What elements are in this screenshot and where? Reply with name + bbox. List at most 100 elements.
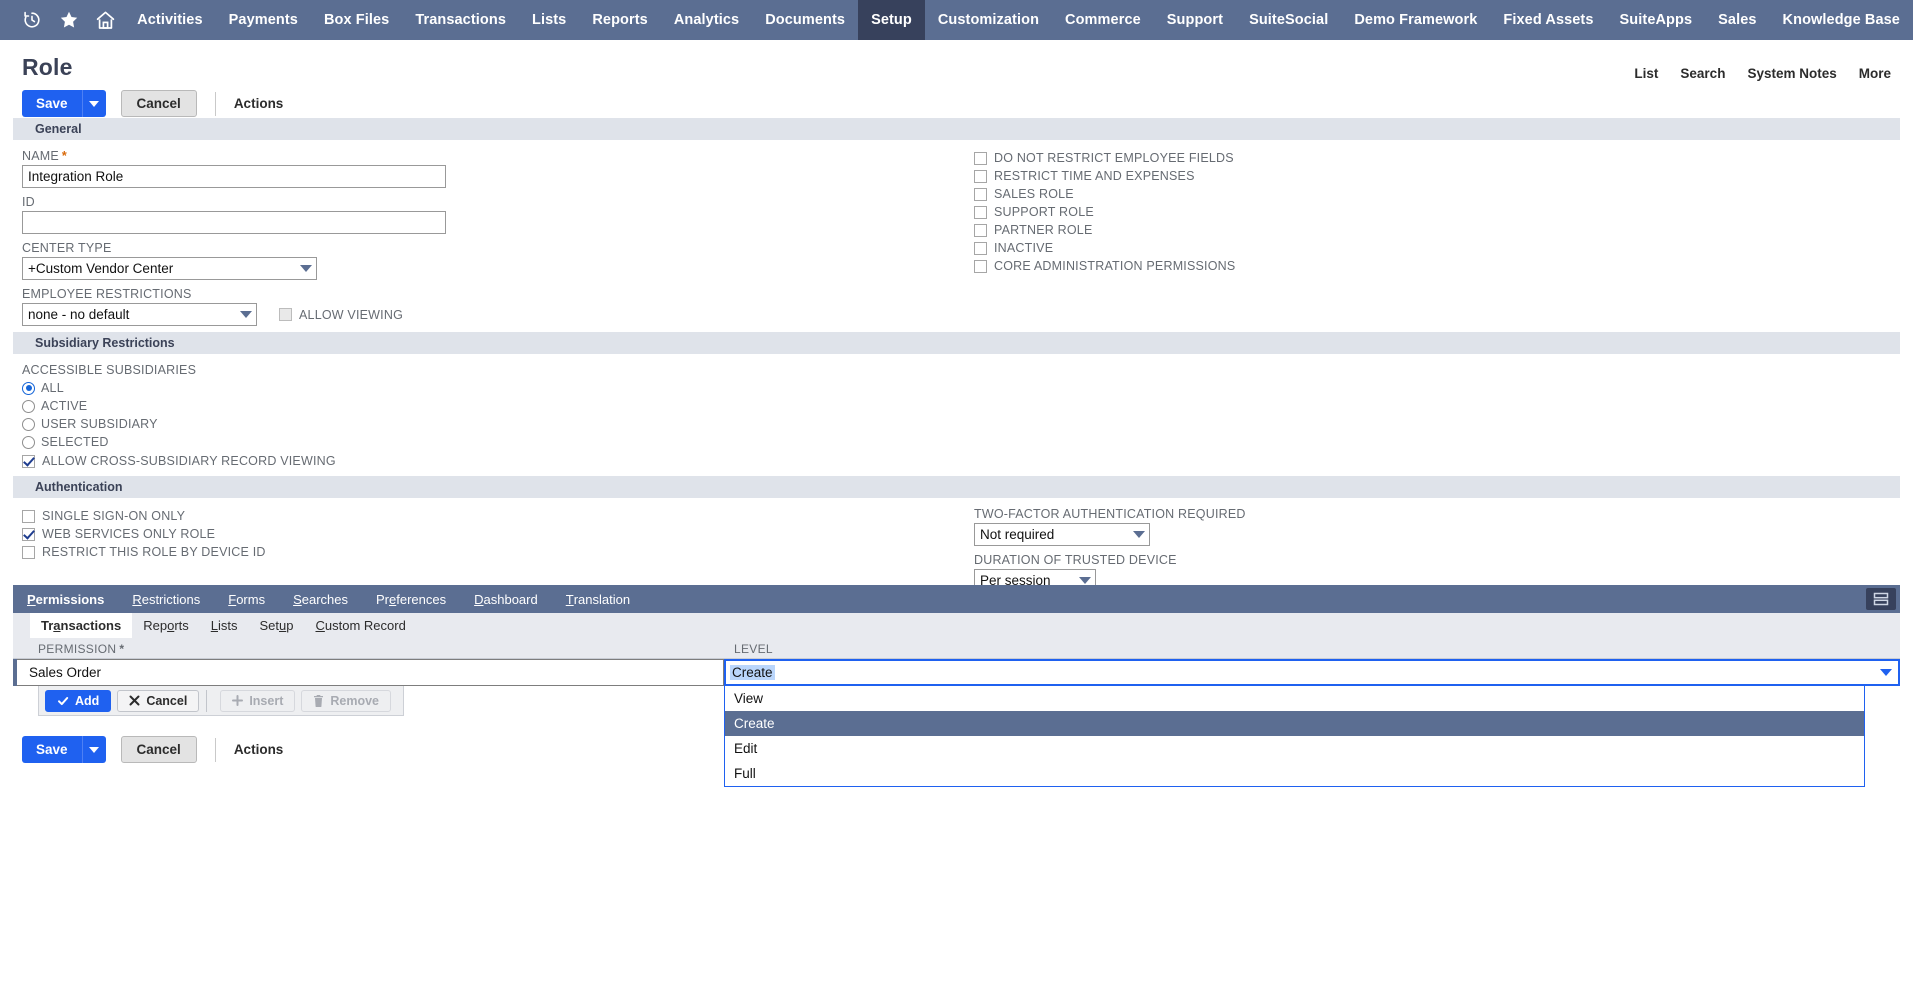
header-link-system-notes[interactable]: System Notes xyxy=(1747,66,1836,81)
general-checkbox-row: DO NOT RESTRICT EMPLOYEE FIELDS xyxy=(974,149,1235,167)
radio-row: SELECTED xyxy=(22,433,1900,451)
dropdown-option-create[interactable]: Create xyxy=(725,711,1864,736)
nav-item-suitesocial[interactable]: SuiteSocial xyxy=(1236,0,1341,40)
actions-menu[interactable]: Actions xyxy=(234,96,284,111)
trash-icon xyxy=(313,695,324,707)
dropdown-option-view[interactable]: View xyxy=(725,686,1864,711)
nav-item-demo-framework[interactable]: Demo Framework xyxy=(1341,0,1490,40)
name-label-text: NAME xyxy=(22,149,59,163)
nav-item-analytics[interactable]: Analytics xyxy=(661,0,752,40)
center-type-select[interactable]: +Custom Vendor Center xyxy=(22,257,317,280)
nav-item-payments[interactable]: Payments xyxy=(216,0,311,40)
page-header: Role Save Cancel Actions ListSearchSyste… xyxy=(0,40,1913,118)
general-checkbox-row: PARTNER ROLE xyxy=(974,221,1235,239)
general-checkbox-row: CORE ADMINISTRATION PERMISSIONS xyxy=(974,257,1235,275)
general-checkbox-do-not-restrict-employee-fields[interactable] xyxy=(974,152,987,165)
allow-viewing-checkbox[interactable] xyxy=(279,308,292,321)
actions-menu-footer[interactable]: Actions xyxy=(234,742,284,757)
auth-checkbox-restrict-this-role-by-device-id[interactable] xyxy=(22,546,35,559)
divider xyxy=(215,738,216,762)
general-checkbox-restrict-time-and-expenses[interactable] xyxy=(974,170,987,183)
radio-selected[interactable] xyxy=(22,436,35,449)
tab-restrictions[interactable]: Restrictions xyxy=(118,585,214,613)
general-checkbox-core-administration-permissions[interactable] xyxy=(974,260,987,273)
required-marker: * xyxy=(119,642,124,656)
subtab-custom-record[interactable]: Custom Record xyxy=(304,613,416,638)
auth-checkbox-single-sign-on-only[interactable] xyxy=(22,510,35,523)
header-link-list[interactable]: List xyxy=(1634,66,1658,81)
nav-item-documents[interactable]: Documents xyxy=(752,0,858,40)
cancel-button-footer[interactable]: Cancel xyxy=(121,736,197,763)
general-checkbox-label: DO NOT RESTRICT EMPLOYEE FIELDS xyxy=(994,151,1234,165)
tab-translation[interactable]: Translation xyxy=(552,585,644,613)
tab-preferences[interactable]: Preferences xyxy=(362,585,460,613)
nav-item-lists[interactable]: Lists xyxy=(519,0,579,40)
general-checkbox-support-role[interactable] xyxy=(974,206,987,219)
insert-button: Insert xyxy=(220,690,295,712)
header-link-search[interactable]: Search xyxy=(1680,66,1725,81)
id-input[interactable] xyxy=(22,211,446,234)
permission-grid: PERMISSION* LEVEL Sales Order Create Add… xyxy=(13,638,1900,716)
nav-item-customization[interactable]: Customization xyxy=(925,0,1052,40)
header-link-more[interactable]: More xyxy=(1859,66,1891,81)
subtab-lists[interactable]: Lists xyxy=(200,613,249,638)
nav-item-reports[interactable]: Reports xyxy=(579,0,661,40)
nav-item-sales[interactable]: Sales xyxy=(1705,0,1769,40)
nav-item-knowledge-base[interactable]: Knowledge Base xyxy=(1770,0,1913,40)
nav-item-setup[interactable]: Setup xyxy=(858,0,925,40)
allow-cross-subsidiary-checkbox[interactable] xyxy=(22,455,35,468)
permission-input[interactable]: Sales Order xyxy=(17,659,724,686)
radio-label: USER SUBSIDIARY xyxy=(41,417,158,431)
nav-item-activities[interactable]: Activities xyxy=(124,0,215,40)
save-dropdown-button[interactable] xyxy=(82,90,106,117)
tab-dashboard[interactable]: Dashboard xyxy=(460,585,552,613)
home-icon[interactable] xyxy=(87,0,124,40)
cancel-button[interactable]: Cancel xyxy=(121,90,197,117)
chevron-down-icon xyxy=(1133,531,1145,538)
subtab-transactions[interactable]: Transactions xyxy=(30,613,132,638)
auth-checkbox-web-services-only-role[interactable] xyxy=(22,528,35,541)
level-select[interactable]: Create xyxy=(724,659,1900,686)
cancel-button[interactable]: Cancel xyxy=(117,690,199,712)
save-button[interactable]: Save xyxy=(22,90,82,117)
tab-searches[interactable]: Searches xyxy=(279,585,362,613)
two-factor-select[interactable]: Not required xyxy=(974,523,1150,546)
radio-active[interactable] xyxy=(22,400,35,413)
nav-item-fixed-assets[interactable]: Fixed Assets xyxy=(1490,0,1606,40)
tab-permissions[interactable]: Permissions xyxy=(13,585,118,613)
employee-restrictions-select[interactable]: none - no default xyxy=(22,303,257,326)
divider xyxy=(215,92,216,116)
general-checkbox-inactive[interactable] xyxy=(974,242,987,255)
section-header-authentication: Authentication xyxy=(13,476,1900,498)
tab-forms[interactable]: Forms xyxy=(214,585,279,613)
nav-item-box-files[interactable]: Box Files xyxy=(311,0,402,40)
main-tab-bar: PermissionsRestrictionsFormsSearchesPref… xyxy=(13,585,1900,613)
general-checkbox-label: CORE ADMINISTRATION PERMISSIONS xyxy=(994,259,1235,273)
general-checkbox-row: INACTIVE xyxy=(974,239,1235,257)
save-button-footer[interactable]: Save xyxy=(22,736,82,763)
general-checkbox-sales-role[interactable] xyxy=(974,188,987,201)
allow-cross-subsidiary-label: ALLOW CROSS-SUBSIDIARY RECORD VIEWING xyxy=(42,454,336,468)
nav-item-commerce[interactable]: Commerce xyxy=(1052,0,1154,40)
section-header-general: General xyxy=(13,118,1900,140)
radio-all[interactable] xyxy=(22,382,35,395)
nav-item-transactions[interactable]: Transactions xyxy=(402,0,519,40)
radio-user-subsidiary[interactable] xyxy=(22,418,35,431)
favorites-star-icon[interactable] xyxy=(51,0,88,40)
nav-item-support[interactable]: Support xyxy=(1154,0,1236,40)
subtab-reports[interactable]: Reports xyxy=(132,613,200,638)
dropdown-option-full[interactable]: Full xyxy=(725,761,1864,786)
name-input[interactable] xyxy=(22,165,446,188)
recent-history-icon[interactable] xyxy=(14,0,51,40)
save-dropdown-button-footer[interactable] xyxy=(82,736,106,763)
id-label: ID xyxy=(22,195,1900,209)
general-checkbox-row: SUPPORT ROLE xyxy=(974,203,1235,221)
add-button[interactable]: Add xyxy=(45,690,111,712)
nav-item-suiteapps[interactable]: SuiteApps xyxy=(1607,0,1706,40)
subtab-setup[interactable]: Setup xyxy=(249,613,305,638)
dropdown-option-edit[interactable]: Edit xyxy=(725,736,1864,761)
split-view-icon[interactable] xyxy=(1866,588,1896,610)
general-checkbox-group: DO NOT RESTRICT EMPLOYEE FIELDSRESTRICT … xyxy=(974,149,1235,275)
general-checkbox-partner-role[interactable] xyxy=(974,224,987,237)
chevron-down-icon xyxy=(89,101,99,107)
